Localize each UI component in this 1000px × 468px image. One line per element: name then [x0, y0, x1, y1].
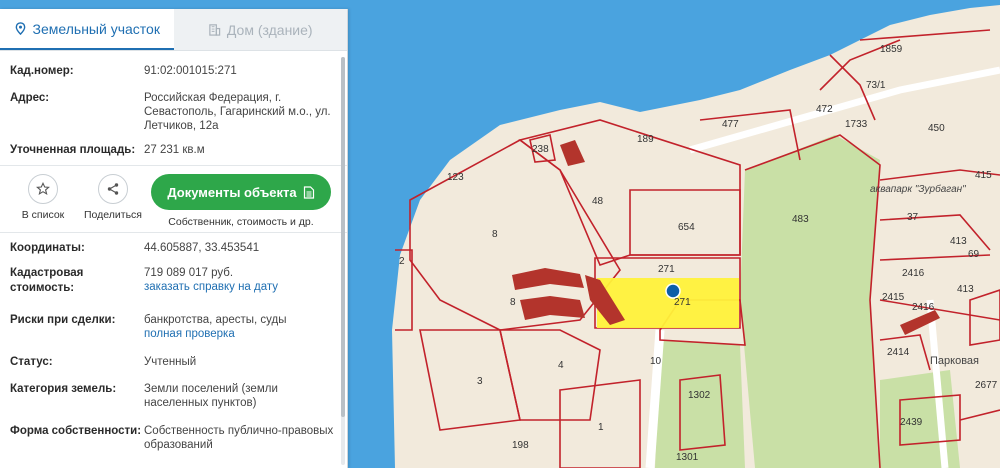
svg-text:73/1: 73/1: [866, 80, 886, 91]
svg-text:1301: 1301: [676, 452, 699, 463]
field-label-line: Кадастровая: [10, 267, 84, 279]
svg-text:198: 198: [512, 440, 529, 451]
panel-scrollbar[interactable]: [341, 57, 345, 465]
parcel-details: Кад.номер: 91:02:001015:271 Адрес: Росси…: [0, 51, 347, 459]
svg-text:3: 3: [477, 376, 483, 387]
parcel-info-panel: Земельный участок Дом (здание) Кад.номер…: [0, 9, 348, 468]
svg-text:2677: 2677: [975, 380, 998, 391]
risks-value: банкротства, аресты, суды: [144, 314, 287, 326]
svg-text:483: 483: [792, 214, 809, 225]
favorite-action: В список: [8, 174, 78, 221]
svg-text:10: 10: [650, 356, 662, 367]
order-certificate-link[interactable]: заказать справку на дату: [144, 280, 335, 294]
tab-house[interactable]: Дом (здание): [173, 9, 347, 50]
svg-text:413: 413: [957, 284, 974, 295]
svg-text:2439: 2439: [900, 417, 923, 428]
svg-text:69: 69: [968, 249, 980, 260]
svg-text:2414: 2414: [887, 347, 910, 358]
scrollbar-thumb[interactable]: [341, 57, 345, 417]
land-category-value: Земли поселений (земли населенных пункто…: [144, 383, 278, 409]
row-area: Уточненная площадь: 27 231 кв.м: [0, 139, 347, 165]
field-label: Кад.номер:: [10, 65, 74, 77]
full-check-link[interactable]: полная проверка: [144, 327, 335, 341]
location-marker-icon[interactable]: [665, 283, 681, 299]
svg-text:1: 1: [598, 422, 604, 433]
document-icon: [303, 185, 314, 199]
svg-text:123: 123: [447, 172, 464, 183]
tab-label: Дом (здание): [226, 21, 313, 38]
row-cadastral-cost: Кадастровая стоимость: 719 089 017 руб. …: [0, 259, 347, 306]
svg-text:1733: 1733: [845, 119, 868, 130]
svg-text:2415: 2415: [882, 292, 905, 303]
documents-subtitle: Собственник, стоимость и др.: [168, 216, 314, 228]
svg-text:4: 4: [558, 360, 564, 371]
row-status: Статус: Учтенный: [0, 349, 347, 377]
field-label: Категория земель:: [10, 383, 117, 395]
svg-text:48: 48: [592, 196, 604, 207]
share-button[interactable]: [98, 174, 128, 204]
field-label: Риски при сделки:: [10, 314, 116, 326]
svg-text:8: 8: [510, 297, 516, 308]
svg-text:1302: 1302: [688, 390, 711, 401]
svg-text:271: 271: [674, 297, 691, 308]
svg-text:238: 238: [532, 144, 549, 155]
svg-text:2: 2: [399, 256, 405, 267]
svg-text:2416: 2416: [902, 268, 925, 279]
cost-value: 719 089 017 руб.: [144, 267, 234, 279]
row-risks: Риски при сделки: банкротства, аресты, с…: [0, 306, 347, 349]
park-area: [740, 135, 880, 468]
svg-text:271: 271: [658, 264, 675, 275]
row-ownership: Форма собственности: Собственность публи…: [0, 419, 347, 459]
row-land-category: Категория земель: Земли поселений (земли…: [0, 377, 347, 419]
svg-text:450: 450: [928, 123, 945, 134]
field-label: Форма собственности:: [10, 425, 142, 437]
action-bar: В список Поделиться Документы объекта Со…: [0, 166, 347, 232]
svg-text:189: 189: [637, 134, 654, 145]
svg-text:Парковая: Парковая: [930, 355, 979, 367]
row-coordinates: Координаты: 44.605887, 33.453541: [0, 233, 347, 259]
tab-label: Земельный участок: [32, 20, 160, 37]
documents-action: Документы объекта Собственник, стоимость…: [151, 174, 331, 228]
park-area-south: [655, 340, 745, 468]
field-label: Кадастровая стоимость:: [10, 266, 144, 306]
coordinates-value: 44.605887, 33.453541: [144, 242, 260, 254]
svg-text:415: 415: [975, 170, 992, 181]
share-icon: [107, 183, 119, 195]
svg-text:2416: 2416: [912, 302, 935, 313]
documents-button[interactable]: Документы объекта: [151, 174, 331, 210]
field-label: Координаты:: [10, 242, 85, 254]
favorite-button[interactable]: [28, 174, 58, 204]
svg-text:477: 477: [722, 119, 739, 130]
building-icon: [209, 24, 221, 36]
status-value: Учтенный: [144, 356, 197, 368]
share-action: Поделиться: [78, 174, 148, 221]
field-label: Уточненная площадь:: [10, 144, 136, 156]
svg-text:1859: 1859: [880, 44, 903, 55]
share-label: Поделиться: [84, 209, 142, 221]
row-cad-number: Кад.номер: 91:02:001015:271: [0, 51, 347, 80]
svg-text:8: 8: [492, 229, 498, 240]
field-label: Статус:: [10, 356, 53, 368]
svg-text:654: 654: [678, 222, 695, 233]
svg-text:37: 37: [907, 212, 919, 223]
tab-land-plot[interactable]: Земельный участок: [0, 9, 174, 50]
panel-tabs: Земельный участок Дом (здание): [0, 9, 347, 51]
address-value: Российская Федерация, г. Севастополь, Га…: [144, 92, 331, 132]
area-value: 27 231 кв.м: [144, 144, 205, 156]
star-icon: [36, 182, 50, 195]
cad-number-link[interactable]: 91:02:001015:271: [144, 64, 335, 80]
row-address: Адрес: Российская Федерация, г. Севастоп…: [0, 80, 347, 139]
svg-text:413: 413: [950, 236, 967, 247]
map-pin-icon: [15, 22, 25, 35]
svg-text:472: 472: [816, 104, 833, 115]
ownership-value: Собственность публично-правовых образова…: [144, 425, 334, 451]
field-label: Адрес:: [10, 92, 50, 104]
field-label-line: стоимость:: [10, 282, 75, 294]
favorite-label: В список: [21, 209, 65, 221]
svg-text:аквапарк "Зурбаган": аквапарк "Зурбаган": [870, 183, 966, 195]
documents-button-label: Документы объекта: [167, 184, 297, 200]
